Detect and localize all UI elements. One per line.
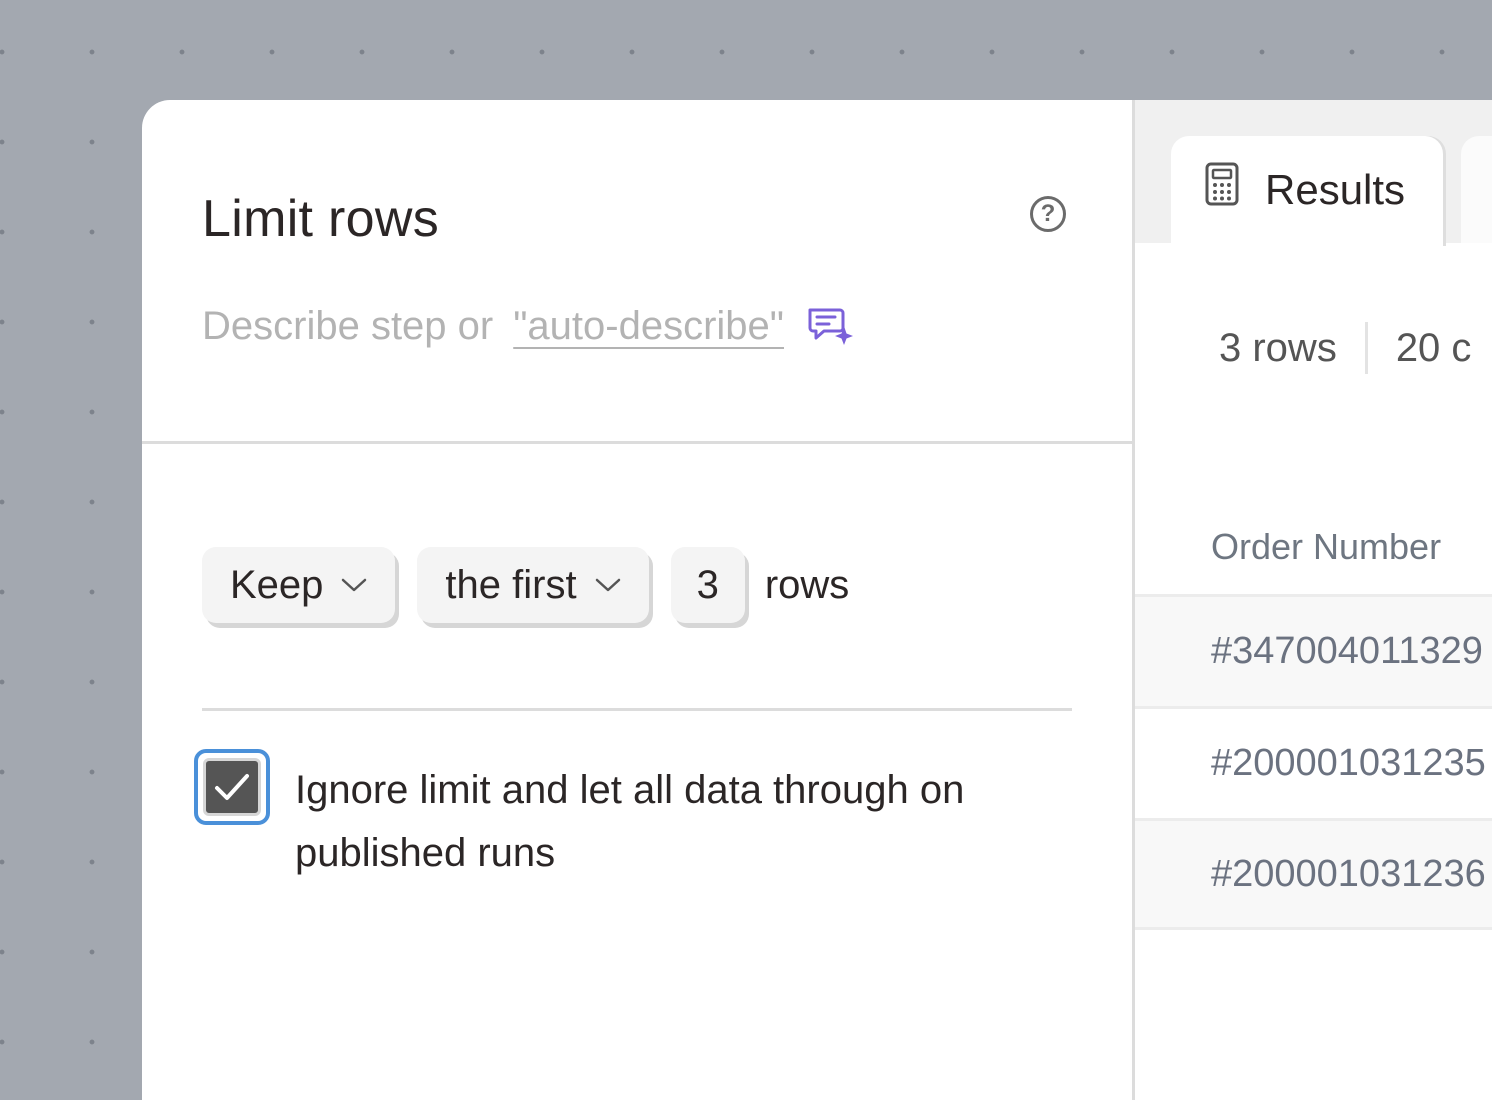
results-table: #347004011329 #200001031235 #20000103123…: [1135, 594, 1492, 930]
column-count-stat: 20 c: [1395, 326, 1472, 370]
ignore-limit-checkbox[interactable]: [194, 749, 270, 825]
tab-next[interactable]: [1461, 136, 1492, 246]
row-count-input[interactable]: 3: [670, 547, 745, 623]
position-dropdown-value: the first: [445, 562, 577, 607]
step-panel: Limit rows ? Describe step or "auto-desc…: [142, 100, 1492, 1100]
auto-describe-link[interactable]: "auto-describe": [513, 300, 784, 352]
mode-dropdown-value: Keep: [230, 562, 324, 607]
step-title: Limit rows: [202, 190, 440, 248]
header-divider: [142, 441, 1132, 444]
tab-results[interactable]: Results: [1171, 136, 1443, 246]
table-row[interactable]: #200001031235: [1135, 706, 1492, 818]
column-header-order-number[interactable]: Order Number: [1211, 526, 1441, 568]
ai-describe-icon[interactable]: [806, 306, 854, 346]
limit-settings: Keep the first 3 rows: [202, 545, 849, 625]
chevron-down-icon: [595, 578, 620, 592]
results-stats: 3 rows 20 c: [1219, 322, 1471, 374]
checkbox-box: [203, 758, 261, 816]
table-cell: #200001031236: [1211, 852, 1486, 895]
results-pane: Results 3 rows 20 c Order Number #347004…: [1135, 100, 1492, 1100]
row-count-stat: 3 rows: [1219, 326, 1337, 370]
checkmark-icon: [215, 774, 249, 800]
position-dropdown[interactable]: the first: [417, 547, 649, 623]
stats-divider: [1364, 322, 1368, 374]
calculator-icon: [1205, 162, 1239, 206]
mode-dropdown[interactable]: Keep: [202, 547, 396, 623]
describe-placeholder: Describe step or: [202, 304, 494, 348]
ignore-limit-label[interactable]: Ignore limit and let all data through on…: [295, 759, 1055, 885]
chevron-down-icon: [342, 578, 367, 592]
table-row[interactable]: #200001031236: [1135, 818, 1492, 930]
rows-unit-label: rows: [764, 562, 850, 607]
table-row[interactable]: #347004011329: [1135, 594, 1492, 706]
section-divider: [202, 708, 1072, 711]
table-cell: #200001031235: [1211, 742, 1486, 784]
step-description[interactable]: Describe step or "auto-describe": [202, 300, 854, 352]
help-icon[interactable]: ?: [1030, 196, 1066, 232]
table-cell: #347004011329: [1211, 630, 1483, 672]
tab-results-label: Results: [1265, 166, 1406, 213]
step-config-pane: Limit rows ? Describe step or "auto-desc…: [142, 100, 1135, 1100]
